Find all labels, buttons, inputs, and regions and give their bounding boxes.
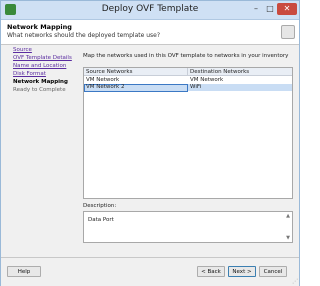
scroll-down-icon[interactable]: ▼ — [285, 235, 291, 241]
wizard-steps: Source OVF Template Details Name and Loc… — [1, 45, 79, 255]
table-row-selected[interactable]: VM Network 2 WiFi — [84, 84, 292, 92]
page-title: Network Mapping — [7, 23, 72, 31]
source-network-cell: VM Network — [86, 77, 120, 83]
description-text: Data Port — [88, 217, 114, 223]
nav-item-network-mapping: Network Mapping — [13, 79, 68, 85]
column-header-destination[interactable]: Destination Networks — [188, 68, 292, 76]
scroll-up-icon[interactable]: ▲ — [285, 213, 291, 219]
destination-network-cell[interactable]: VM Network — [190, 77, 223, 84]
wizard-icon — [281, 25, 295, 39]
nav-item-ready-to-complete: Ready to Complete — [13, 87, 66, 93]
instruction-text: Map the networks used in this OVF templa… — [83, 53, 289, 59]
title-bar: Deploy OVF Template – □ ✕ — [1, 1, 299, 20]
nav-item-name-and-location[interactable]: Name and Location — [13, 63, 66, 69]
maximize-button[interactable]: □ — [263, 3, 277, 15]
close-button[interactable]: ✕ — [277, 3, 297, 15]
network-mapping-table: Source Networks Destination Networks VM … — [83, 67, 293, 199]
nav-item-ovf-template-details[interactable]: OVF Template Details — [13, 55, 72, 61]
column-header-source[interactable]: Source Networks — [84, 68, 188, 76]
page-subtitle: What networks should the deployed templa… — [7, 32, 161, 39]
destination-network-cell[interactable]: WiFi — [190, 84, 201, 91]
description-label: Description: — [83, 203, 117, 209]
main-panel: Map the networks used in this OVF templa… — [79, 45, 295, 257]
nav-item-disk-format[interactable]: Disk Format — [13, 71, 46, 77]
next-button[interactable]: Next > — [228, 266, 256, 277]
cancel-button[interactable]: Cancel — [259, 266, 287, 277]
wizard-header: Network Mapping What networks should the… — [1, 20, 299, 45]
nav-item-source[interactable]: Source — [13, 47, 32, 53]
resize-grip-icon[interactable]: ⋰ — [292, 278, 298, 285]
dialog-window: Deploy OVF Template – □ ✕ Network Mappin… — [0, 0, 300, 286]
back-button[interactable]: < Back — [197, 266, 225, 277]
source-network-cell: VM Network 2 — [86, 84, 125, 90]
help-button[interactable]: Help — [7, 266, 41, 277]
description-box[interactable]: Data Port ▲ ▼ — [83, 211, 293, 243]
minimize-button[interactable]: – — [249, 3, 263, 15]
table-row[interactable]: VM Network VM Network — [84, 77, 292, 84]
wizard-footer: Help < Back Next > Cancel ⋰ — [1, 257, 299, 286]
